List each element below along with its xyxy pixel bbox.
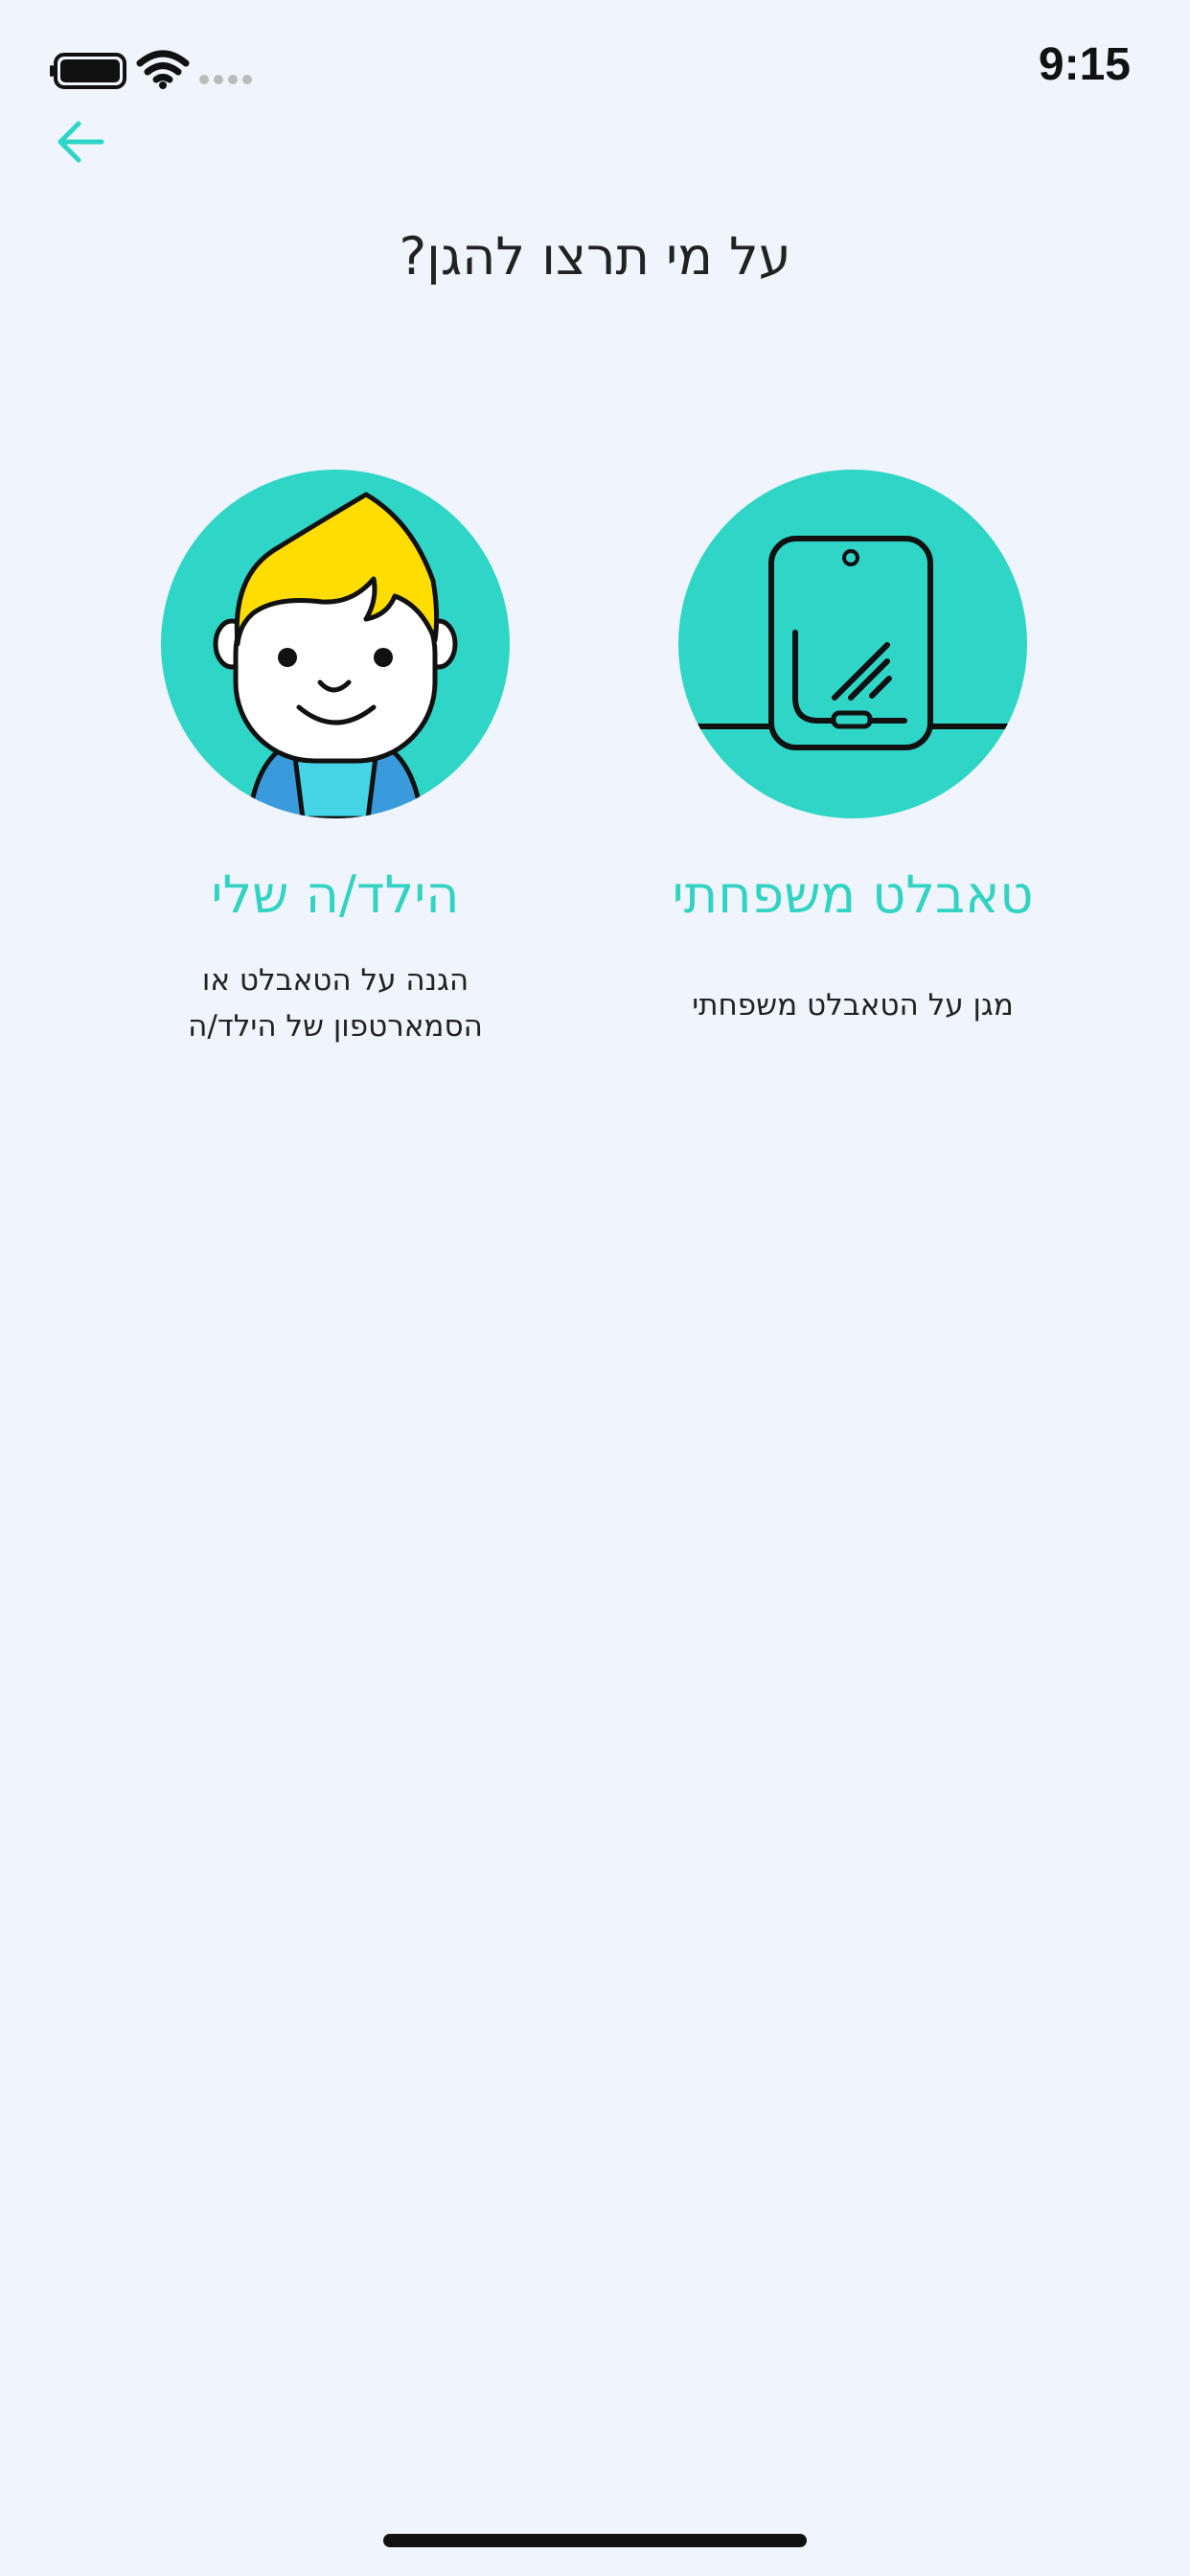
tablet-icon [678,536,1027,750]
option-my-child[interactable]: הילד/ה שלי הגנה על הטאבלט או הסמארטפון ש… [115,470,556,1049]
option-description: הגנה על הטאבלט או הסמארטפון של הילד/ה [115,957,556,1049]
back-button[interactable] [54,113,107,171]
option-label: טאבלט משפחתי [672,864,1034,925]
tablet-icon-circle [678,470,1027,818]
status-bar: 9:15 [0,0,1190,144]
option-description-line: הגנה על הטאבלט או [201,963,469,998]
wifi-icon [136,50,190,89]
option-description-line: הסמארטפון של הילד/ה [188,1009,483,1044]
option-family-tablet[interactable]: טאבלט משפחתי מגן על הטאבלט משפחתי [632,470,1073,1028]
page-title: על מי תרצו להגן? [399,226,791,287]
child-avatar-icon [213,492,458,818]
child-avatar-circle [161,470,510,818]
home-indicator[interactable] [383,2534,807,2547]
option-label: הילד/ה שלי [211,864,460,925]
battery-icon [50,53,126,89]
cellular-signal-icon [199,75,252,84]
status-time: 9:15 [1038,39,1131,90]
option-description: מגן על הטאבלט משפחתי [692,988,1014,1023]
arrow-left-icon [57,121,104,163]
